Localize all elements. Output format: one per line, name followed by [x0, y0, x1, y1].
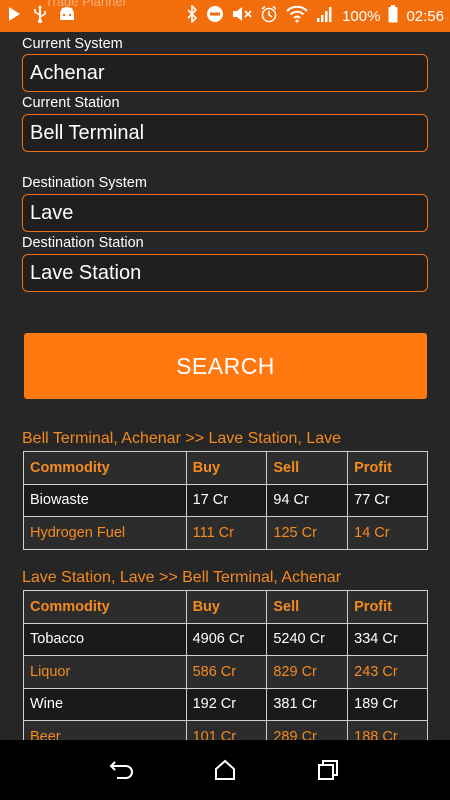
- navigation-bar: [0, 740, 450, 800]
- table-header-row: Commodity Buy Sell Profit: [23, 451, 428, 485]
- status-bar: Trade Planner 100% 02:56: [0, 0, 450, 32]
- cell-profit: 14 Cr: [347, 516, 428, 550]
- current-system-label: Current System: [22, 36, 123, 52]
- cell-commodity: Liquor: [23, 655, 187, 689]
- current-station-input[interactable]: Bell Terminal: [22, 114, 428, 152]
- table-header-row: Commodity Buy Sell Profit: [23, 590, 428, 624]
- current-station-label: Current Station: [22, 95, 120, 111]
- table-row[interactable]: Hydrogen Fuel 111 Cr 125 Cr 14 Cr: [23, 516, 428, 550]
- cell-buy: 4906 Cr: [185, 622, 268, 656]
- header-sell: Sell: [266, 590, 349, 624]
- cell-profit: 334 Cr: [347, 622, 428, 656]
- cell-profit: 189 Cr: [347, 687, 428, 721]
- cell-commodity: Beer: [23, 720, 187, 740]
- cell-buy: 17 Cr: [185, 483, 268, 517]
- cell-sell: 381 Cr: [266, 687, 349, 721]
- cell-sell: 94 Cr: [266, 483, 349, 517]
- cell-commodity: Hydrogen Fuel: [23, 516, 187, 550]
- bluetooth-icon: [186, 4, 198, 27]
- alarm-icon: [260, 5, 278, 27]
- header-commodity: Commodity: [23, 451, 187, 485]
- table-row[interactable]: Beer 101 Cr 289 Cr 188 Cr: [23, 720, 428, 740]
- cell-sell: 125 Cr: [266, 516, 349, 550]
- route-table-1: Commodity Buy Sell Profit Biowaste 17 Cr…: [23, 451, 428, 550]
- route-title-1: Bell Terminal, Achenar >> Lave Station, …: [22, 430, 342, 447]
- battery-label: 100%: [342, 7, 381, 25]
- mute-icon: [232, 5, 252, 27]
- header-buy: Buy: [185, 590, 268, 624]
- battery-icon: [388, 5, 398, 27]
- table-row[interactable]: Biowaste 17 Cr 94 Cr 77 Cr: [23, 483, 428, 517]
- cell-sell: 289 Cr: [266, 720, 349, 740]
- cell-sell: 5240 Cr: [266, 622, 349, 656]
- app-name-ghost: Trade Planner: [45, 0, 127, 9]
- table-row[interactable]: Liquor 586 Cr 829 Cr 243 Cr: [23, 655, 428, 689]
- route-table-2: Commodity Buy Sell Profit Tobacco 4906 C…: [23, 590, 428, 740]
- search-button[interactable]: SEARCH: [24, 333, 427, 399]
- clock: 02:56: [406, 7, 444, 25]
- destination-system-input[interactable]: Lave: [22, 194, 428, 232]
- wifi-icon: [286, 5, 308, 27]
- cell-buy: 192 Cr: [185, 687, 268, 721]
- trade-planner-screen: Current System Achenar Current Station B…: [0, 32, 450, 740]
- home-icon[interactable]: [205, 750, 245, 790]
- cell-sell: 829 Cr: [266, 655, 349, 689]
- cell-buy: 111 Cr: [185, 516, 268, 550]
- cell-profit: 188 Cr: [347, 720, 428, 740]
- route-title-2: Lave Station, Lave >> Bell Terminal, Ach…: [22, 569, 342, 586]
- header-commodity: Commodity: [23, 590, 187, 624]
- cell-profit: 77 Cr: [347, 483, 428, 517]
- header-sell: Sell: [266, 451, 349, 485]
- cell-commodity: Wine: [23, 687, 187, 721]
- cell-buy: 586 Cr: [185, 655, 268, 689]
- table-row[interactable]: Wine 192 Cr 381 Cr 189 Cr: [23, 687, 428, 721]
- play-store-icon: [6, 6, 22, 27]
- destination-station-label: Destination Station: [22, 235, 144, 251]
- destination-system-label: Destination System: [22, 175, 147, 191]
- cell-profit: 243 Cr: [347, 655, 428, 689]
- cell-commodity: Tobacco: [23, 622, 187, 656]
- cell-buy: 101 Cr: [185, 720, 268, 740]
- signal-icon: [316, 5, 334, 27]
- header-profit: Profit: [347, 451, 428, 485]
- table-row[interactable]: Tobacco 4906 Cr 5240 Cr 334 Cr: [23, 622, 428, 656]
- back-icon[interactable]: [102, 750, 142, 790]
- header-buy: Buy: [185, 451, 268, 485]
- cell-commodity: Biowaste: [23, 483, 187, 517]
- destination-station-input[interactable]: Lave Station: [22, 254, 428, 292]
- recents-icon[interactable]: [308, 750, 348, 790]
- do-not-disturb-icon: [206, 5, 224, 27]
- current-system-input[interactable]: Achenar: [22, 54, 428, 92]
- header-profit: Profit: [347, 590, 428, 624]
